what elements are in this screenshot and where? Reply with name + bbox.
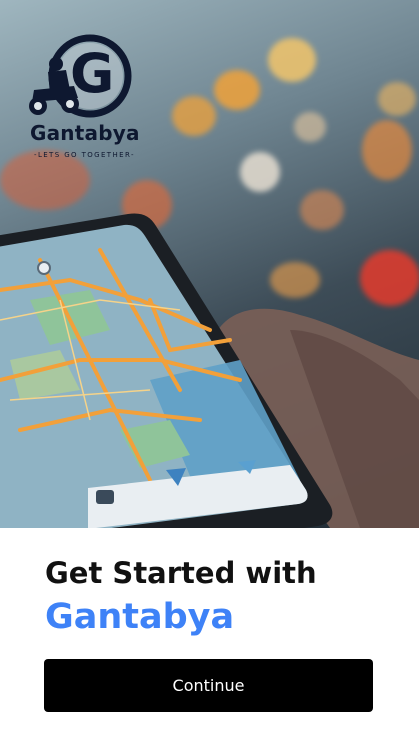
brand-name: Gantabya <box>30 121 140 145</box>
continue-button[interactable]: Continue <box>44 659 373 712</box>
page-title: Get Started with <box>45 556 317 590</box>
page-title-brand: Gantabya <box>45 597 235 637</box>
brand-tagline: -LETS GO TOGETHER- <box>34 151 135 159</box>
logo-letter: G <box>70 42 115 105</box>
hero-image: G Gantabya -LETS GO TOGETHER- <box>0 0 419 528</box>
tagline-text: LETS GO TOGETHER <box>37 151 131 159</box>
